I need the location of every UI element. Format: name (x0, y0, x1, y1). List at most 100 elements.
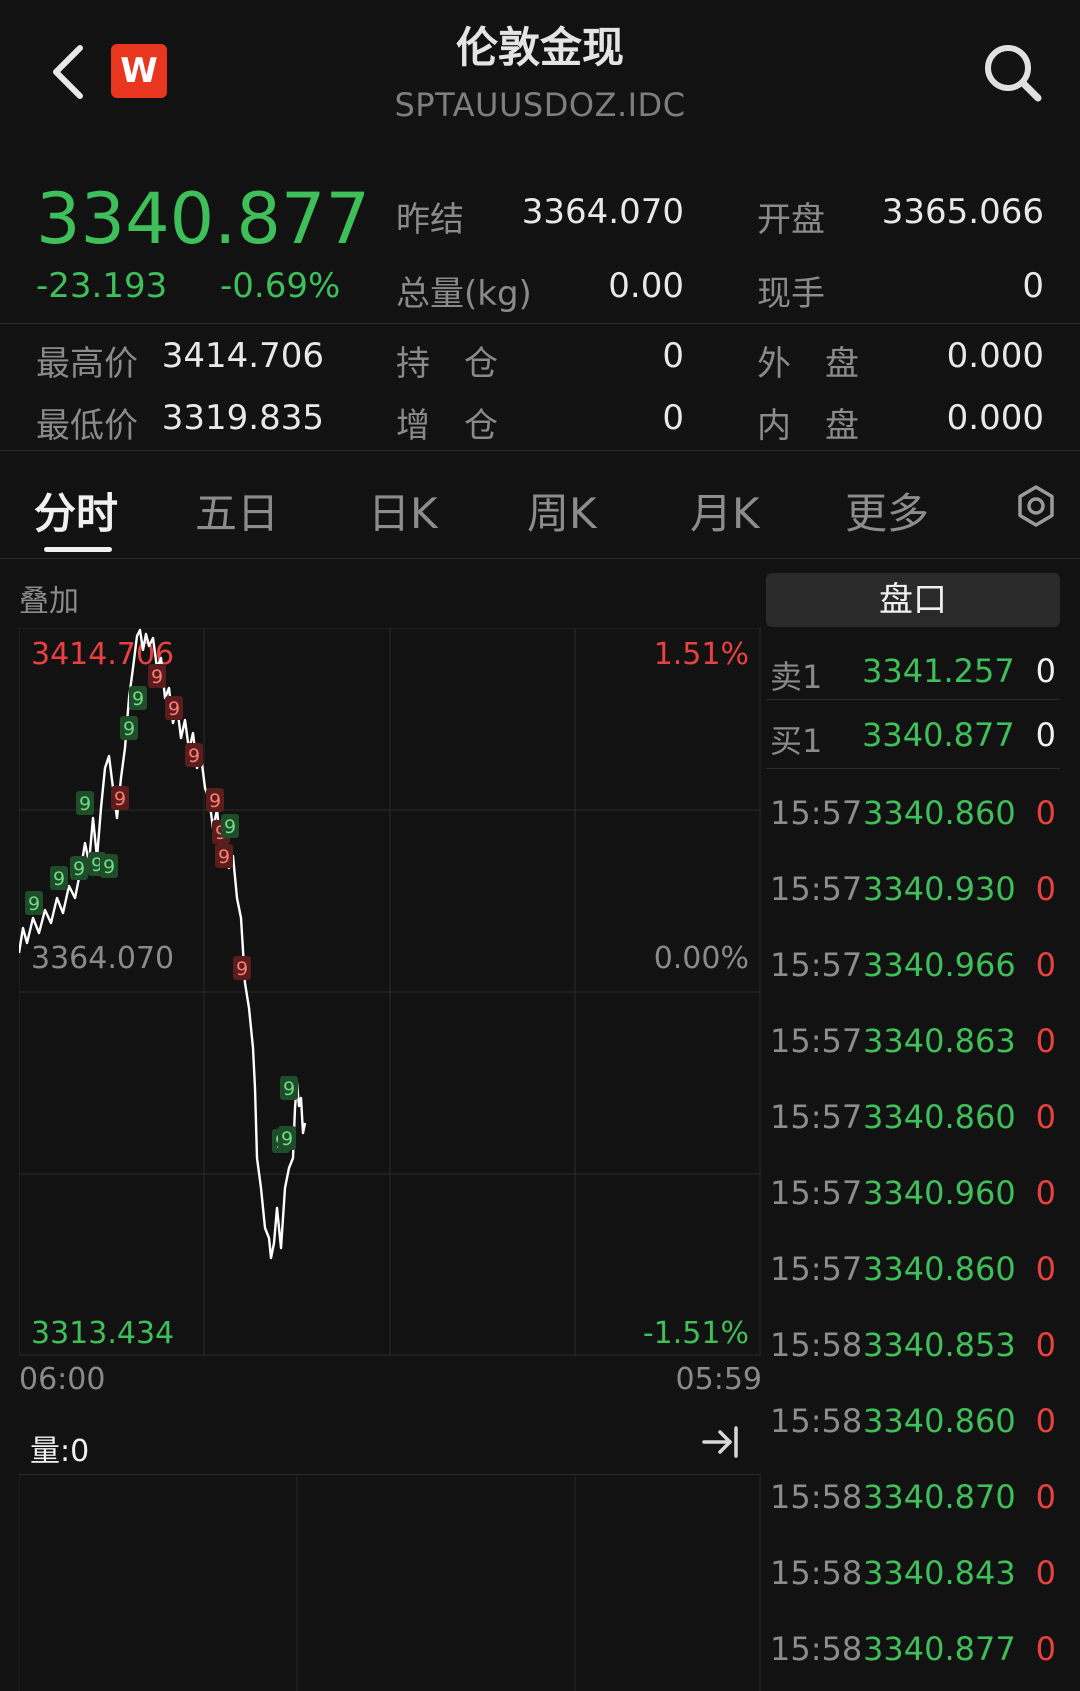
trade-row: 15:58 3340.877 0 (766, 1630, 1060, 1674)
order-book-header[interactable]: 盘口 (766, 573, 1060, 627)
trade-price: 3340.966 (863, 946, 1016, 984)
trade-time: 15:58 (770, 1326, 863, 1364)
tab-intraday[interactable]: 分时 (34, 480, 118, 541)
open-interest-value: 0 (662, 336, 684, 376)
signal-markers: 99999999999999999999 (25, 664, 298, 1153)
time-start-label: 06:00 (19, 1362, 106, 1397)
divider (0, 450, 1080, 451)
trade-time: 15:57 (770, 794, 863, 832)
trade-time: 15:57 (770, 1174, 863, 1212)
open-label: 开盘 (757, 200, 825, 240)
trade-row: 15:58 3340.860 0 (766, 1402, 1060, 1446)
trade-price: 3340.860 (863, 1098, 1016, 1136)
page-title: 伦敦金现 (455, 23, 624, 72)
prev-settle-label: 昨结 (396, 200, 464, 240)
trade-volume: 0 (1035, 1098, 1056, 1136)
trade-time: 15:58 (770, 1630, 863, 1668)
overlay-button[interactable]: 叠加 (19, 576, 79, 620)
high-label: 最高价 (36, 344, 138, 384)
volume-label: 量:0 (30, 1434, 90, 1469)
settings-icon (1018, 485, 1054, 527)
divider (766, 699, 1060, 700)
current-hand-value: 0 (1022, 266, 1044, 306)
trade-price: 3340.877 (863, 1630, 1016, 1668)
ask-volume: 0 (1035, 652, 1056, 690)
trade-volume: 0 (1035, 1174, 1056, 1212)
low-pct-label: -1.51% (643, 1316, 749, 1351)
total-volume-value: 0.00 (608, 266, 684, 306)
trade-row: 15:57 3340.863 0 (766, 1022, 1060, 1066)
tab-more[interactable]: 更多 (845, 480, 929, 541)
tab-five-day[interactable]: 五日 (195, 480, 279, 541)
signal-marker-label: 9 (53, 868, 65, 890)
signal-marker-label: 9 (209, 790, 221, 812)
trade-row: 15:58 3340.853 0 (766, 1326, 1060, 1370)
trade-time: 15:57 (770, 1250, 863, 1288)
outer-volume-label: 外 盘 (757, 344, 859, 384)
oi-change-value: 0 (662, 398, 684, 438)
trade-time: 15:58 (770, 1554, 863, 1592)
trade-time: 15:57 (770, 1022, 863, 1060)
signal-marker-label: 9 (79, 793, 91, 815)
trade-price: 3340.863 (863, 1022, 1016, 1060)
outer-volume-value: 0.000 (946, 336, 1044, 376)
signal-marker-label: 9 (132, 688, 144, 710)
divider (19, 1474, 761, 1475)
trade-price: 3340.930 (863, 870, 1016, 908)
intraday-chart[interactable]: 3414.706 1.51% 3364.070 0.00% 3313.434 -… (19, 628, 761, 1356)
trade-volume: 0 (1035, 1554, 1056, 1592)
settings-button[interactable] (1014, 484, 1058, 532)
collapse-panel-button[interactable] (700, 1422, 740, 1466)
ask-label: 卖1 (770, 658, 823, 696)
open-interest-label: 持 仓 (396, 344, 498, 384)
reference-price-label: 3364.070 (31, 941, 174, 976)
trade-volume: 0 (1035, 794, 1056, 832)
trade-row: 15:58 3340.870 0 (766, 1478, 1060, 1522)
last-price: 3340.877 (36, 178, 371, 260)
arrow-right-bar-icon (702, 1426, 738, 1458)
ask-price: 3341.257 (862, 652, 1015, 690)
volume-chart (19, 1476, 761, 1691)
trade-row: 15:57 3340.966 0 (766, 946, 1060, 990)
open-value: 3365.066 (881, 192, 1044, 232)
signal-marker-label: 9 (168, 698, 180, 720)
trade-price: 3340.843 (863, 1554, 1016, 1592)
trade-volume: 0 (1035, 1022, 1056, 1060)
trade-time: 15:57 (770, 946, 863, 984)
low-value: 3319.835 (161, 398, 324, 438)
time-end-label: 05:59 (675, 1362, 762, 1397)
search-button[interactable] (982, 42, 1044, 104)
inner-volume-value: 0.000 (946, 398, 1044, 438)
trade-volume: 0 (1035, 1478, 1056, 1516)
trade-row: 15:58 3340.843 0 (766, 1554, 1060, 1598)
signal-marker-label: 9 (283, 1078, 295, 1100)
signal-marker-label: 9 (224, 816, 236, 838)
divider (0, 323, 1080, 324)
current-hand-label: 现手 (757, 274, 825, 314)
signal-marker-label: 9 (114, 788, 126, 810)
trade-price: 3340.853 (863, 1326, 1016, 1364)
oi-change-label: 增 仓 (396, 406, 498, 446)
trade-volume: 0 (1035, 1402, 1056, 1440)
trade-price: 3340.860 (863, 794, 1016, 832)
tab-daily-k[interactable]: 日K (368, 480, 438, 541)
inner-volume-label: 内 盘 (757, 406, 859, 446)
trade-time: 15:57 (770, 870, 863, 908)
trade-row: 15:57 3340.860 0 (766, 794, 1060, 838)
bid-label: 买1 (770, 722, 823, 760)
trade-row: 15:57 3340.860 0 (766, 1250, 1060, 1294)
trade-row: 15:57 3340.960 0 (766, 1174, 1060, 1218)
signal-marker-label: 9 (73, 858, 85, 880)
trade-price: 3340.960 (863, 1174, 1016, 1212)
tab-monthly-k[interactable]: 月K (690, 480, 760, 541)
trade-volume: 0 (1035, 1630, 1056, 1668)
trade-volume: 0 (1035, 946, 1056, 984)
trade-price: 3340.860 (863, 1250, 1016, 1288)
signal-marker-label: 9 (188, 745, 200, 767)
signal-marker-label: 9 (236, 958, 248, 980)
prev-settle-value: 3364.070 (521, 192, 684, 232)
signal-marker-label: 9 (151, 666, 163, 688)
tab-weekly-k[interactable]: 周K (527, 480, 597, 541)
divider (766, 768, 1060, 769)
trade-volume: 0 (1035, 1326, 1056, 1364)
